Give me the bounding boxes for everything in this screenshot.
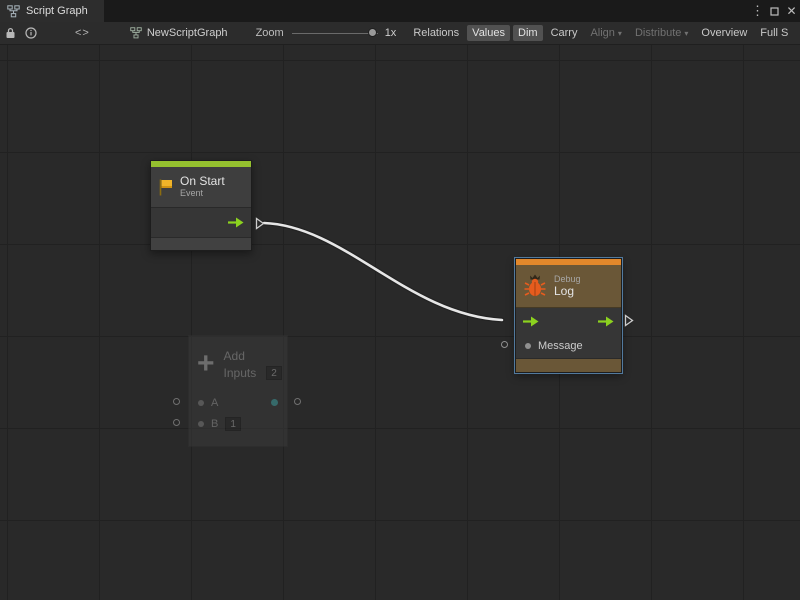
window-titlebar: Script Graph ⋮ ✕	[0, 0, 800, 22]
chevron-down-icon: ▾	[684, 29, 688, 38]
chevron-down-icon: ▾	[618, 29, 622, 38]
toolbar-button-overview[interactable]: Overview	[696, 25, 752, 41]
value-port-dot[interactable]	[525, 343, 531, 349]
message-port-row: Message	[516, 334, 621, 358]
flow-input-arrow-icon[interactable]	[523, 316, 539, 327]
node-add-inputs-preview[interactable]: + Add Inputs 2 A B 1	[188, 335, 288, 447]
trigger-output-port-triangle[interactable]	[624, 314, 634, 327]
value-port-dot[interactable]	[198, 400, 204, 406]
graph-toolbar: <> NewScriptGraph Zoom 1x Relations Valu…	[0, 22, 800, 45]
distribute-label: Distribute	[635, 27, 681, 39]
toolbar-button-carry[interactable]: Carry	[546, 25, 583, 41]
node-title: On Start	[180, 175, 225, 188]
close-icon[interactable]: ✕	[783, 0, 800, 22]
input-count-field[interactable]: 2	[266, 366, 282, 380]
flow-output-arrow-icon[interactable]	[228, 217, 244, 228]
toolbar-button-fullscreen[interactable]: Full S	[755, 25, 793, 41]
align-label: Align	[590, 27, 614, 39]
message-input-port-circle[interactable]	[501, 341, 508, 348]
port-circle[interactable]	[173, 419, 180, 426]
window-menu-icon[interactable]: ⋮	[749, 0, 766, 22]
edit-code-icon[interactable]: <>	[75, 27, 90, 39]
port-b-label: B	[211, 418, 218, 430]
node-header: + Add Inputs 2	[189, 336, 287, 392]
zoom-slider-knob[interactable]	[368, 28, 377, 37]
node-footer-strip	[151, 237, 251, 250]
toolbar-button-dim[interactable]: Dim	[513, 25, 543, 41]
info-icon[interactable]	[25, 27, 37, 39]
node-title: Log	[554, 285, 581, 298]
port-circle[interactable]	[173, 398, 180, 405]
zoom-label: Zoom	[256, 27, 284, 39]
flag-icon	[157, 178, 174, 197]
node-subtitle: Event	[180, 188, 225, 199]
tab-label: Script Graph	[26, 5, 88, 17]
message-port-label: Message	[538, 340, 583, 352]
toolbar-button-align[interactable]: Align ▾	[585, 25, 626, 41]
graph-asset-icon	[130, 27, 142, 39]
graph-canvas[interactable]: On Start Event Debug	[0, 45, 800, 600]
node-header: Debug Log	[516, 265, 621, 308]
toolbar-button-values[interactable]: Values	[467, 25, 510, 41]
tab-script-graph[interactable]: Script Graph	[0, 0, 104, 22]
node-titles: Debug Log	[554, 274, 581, 298]
value-output-port-dot[interactable]	[271, 399, 278, 406]
node-debug-log[interactable]: Debug Log Message	[515, 258, 622, 373]
script-graph-icon	[7, 5, 20, 18]
graph-name-label: NewScriptGraph	[147, 27, 228, 39]
zoom-slider[interactable]	[292, 28, 378, 39]
trigger-output-port-triangle[interactable]	[255, 217, 265, 230]
wire-layer	[0, 45, 800, 600]
node-titles: On Start Event	[180, 175, 225, 199]
node-header: On Start Event	[151, 167, 251, 208]
flow-output-arrow-icon[interactable]	[598, 316, 614, 327]
title-word-2: Inputs	[224, 366, 257, 380]
port-circle[interactable]	[294, 398, 301, 405]
toolbar-button-relations[interactable]: Relations	[408, 25, 464, 41]
plus-icon: +	[197, 349, 215, 379]
port-row-a: A	[189, 392, 287, 413]
value-port-dot[interactable]	[198, 421, 204, 427]
titlebar-spacer	[104, 0, 749, 22]
lock-icon[interactable]	[5, 27, 16, 39]
node-footer-strip	[516, 358, 621, 372]
zoom-value: 1x	[385, 27, 397, 39]
flow-port-row	[516, 308, 621, 334]
flow-port-row	[151, 208, 251, 237]
port-b-value-field[interactable]: 1	[225, 417, 241, 431]
title-word-1: Add	[224, 349, 282, 363]
toolbar-buttons: Relations Values Dim Carry Align ▾ Distr…	[408, 25, 793, 41]
toolbar-button-distribute[interactable]: Distribute ▾	[630, 25, 693, 41]
maximize-icon[interactable]	[766, 0, 783, 22]
node-titles: Add Inputs 2	[224, 349, 282, 380]
zoom-slider-track	[292, 33, 378, 35]
node-on-start[interactable]: On Start Event	[150, 160, 252, 251]
bug-icon	[522, 273, 548, 299]
port-a-label: A	[211, 397, 218, 409]
connection-wire-shadow	[264, 223, 502, 320]
port-row-b: B 1	[189, 413, 287, 434]
graph-reference[interactable]: NewScriptGraph	[130, 27, 228, 39]
